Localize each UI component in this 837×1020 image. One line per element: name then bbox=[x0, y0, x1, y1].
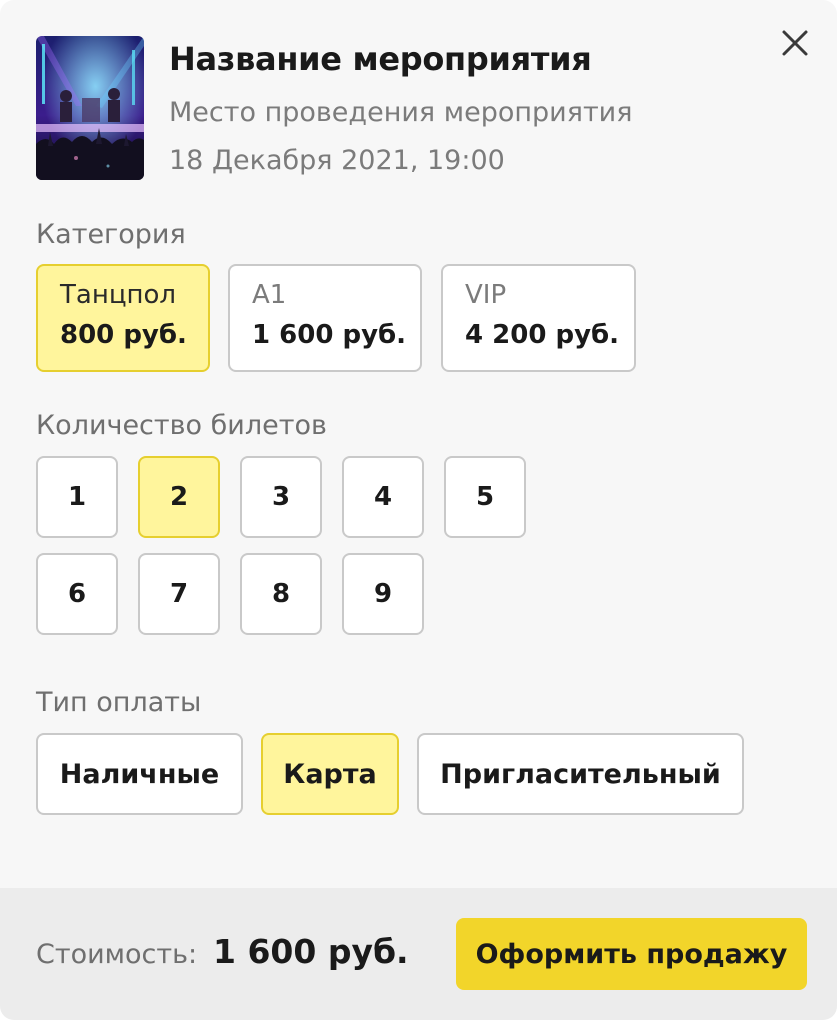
event-image bbox=[36, 36, 144, 180]
category-price: 800 руб. bbox=[60, 320, 187, 350]
event-datetime: 18 Декабря 2021, 19:00 bbox=[169, 145, 505, 176]
category-option-dancefloor[interactable]: Танцпол 800 руб. bbox=[36, 264, 210, 372]
category-name: A1 bbox=[252, 280, 287, 310]
ticket-sale-modal: Название мероприятия Место проведения ме… bbox=[0, 0, 837, 1020]
category-option-a1[interactable]: A1 1 600 руб. bbox=[228, 264, 422, 372]
category-price: 4 200 руб. bbox=[465, 320, 620, 350]
category-price: 1 600 руб. bbox=[252, 320, 407, 350]
category-name: VIP bbox=[465, 280, 507, 310]
payment-option-card[interactable]: Карта bbox=[261, 733, 399, 815]
quantity-label: Количество билетов bbox=[36, 410, 327, 441]
close-button[interactable] bbox=[778, 26, 812, 60]
payment-option-cash[interactable]: Наличные bbox=[36, 733, 243, 815]
event-title: Название мероприятия bbox=[169, 40, 592, 78]
submit-sale-button[interactable]: Оформить продажу bbox=[456, 918, 807, 990]
quantity-option-9[interactable]: 9 bbox=[342, 553, 424, 635]
quantity-option-1[interactable]: 1 bbox=[36, 456, 118, 538]
event-venue: Место проведения мероприятия bbox=[169, 97, 633, 128]
category-name: Танцпол bbox=[60, 280, 177, 310]
quantity-option-8[interactable]: 8 bbox=[240, 553, 322, 635]
quantity-option-4[interactable]: 4 bbox=[342, 456, 424, 538]
quantity-option-5[interactable]: 5 bbox=[444, 456, 526, 538]
close-icon bbox=[782, 30, 808, 56]
quantity-option-2[interactable]: 2 bbox=[138, 456, 220, 538]
cost-value: 1 600 руб. bbox=[213, 932, 409, 971]
quantity-option-3[interactable]: 3 bbox=[240, 456, 322, 538]
quantity-option-7[interactable]: 7 bbox=[138, 553, 220, 635]
category-label: Категория bbox=[36, 219, 186, 250]
category-option-vip[interactable]: VIP 4 200 руб. bbox=[441, 264, 636, 372]
quantity-option-6[interactable]: 6 bbox=[36, 553, 118, 635]
payment-option-invitation[interactable]: Пригласительный bbox=[417, 733, 744, 815]
cost-label: Стоимость: bbox=[36, 939, 198, 970]
payment-label: Тип оплаты bbox=[36, 687, 202, 718]
